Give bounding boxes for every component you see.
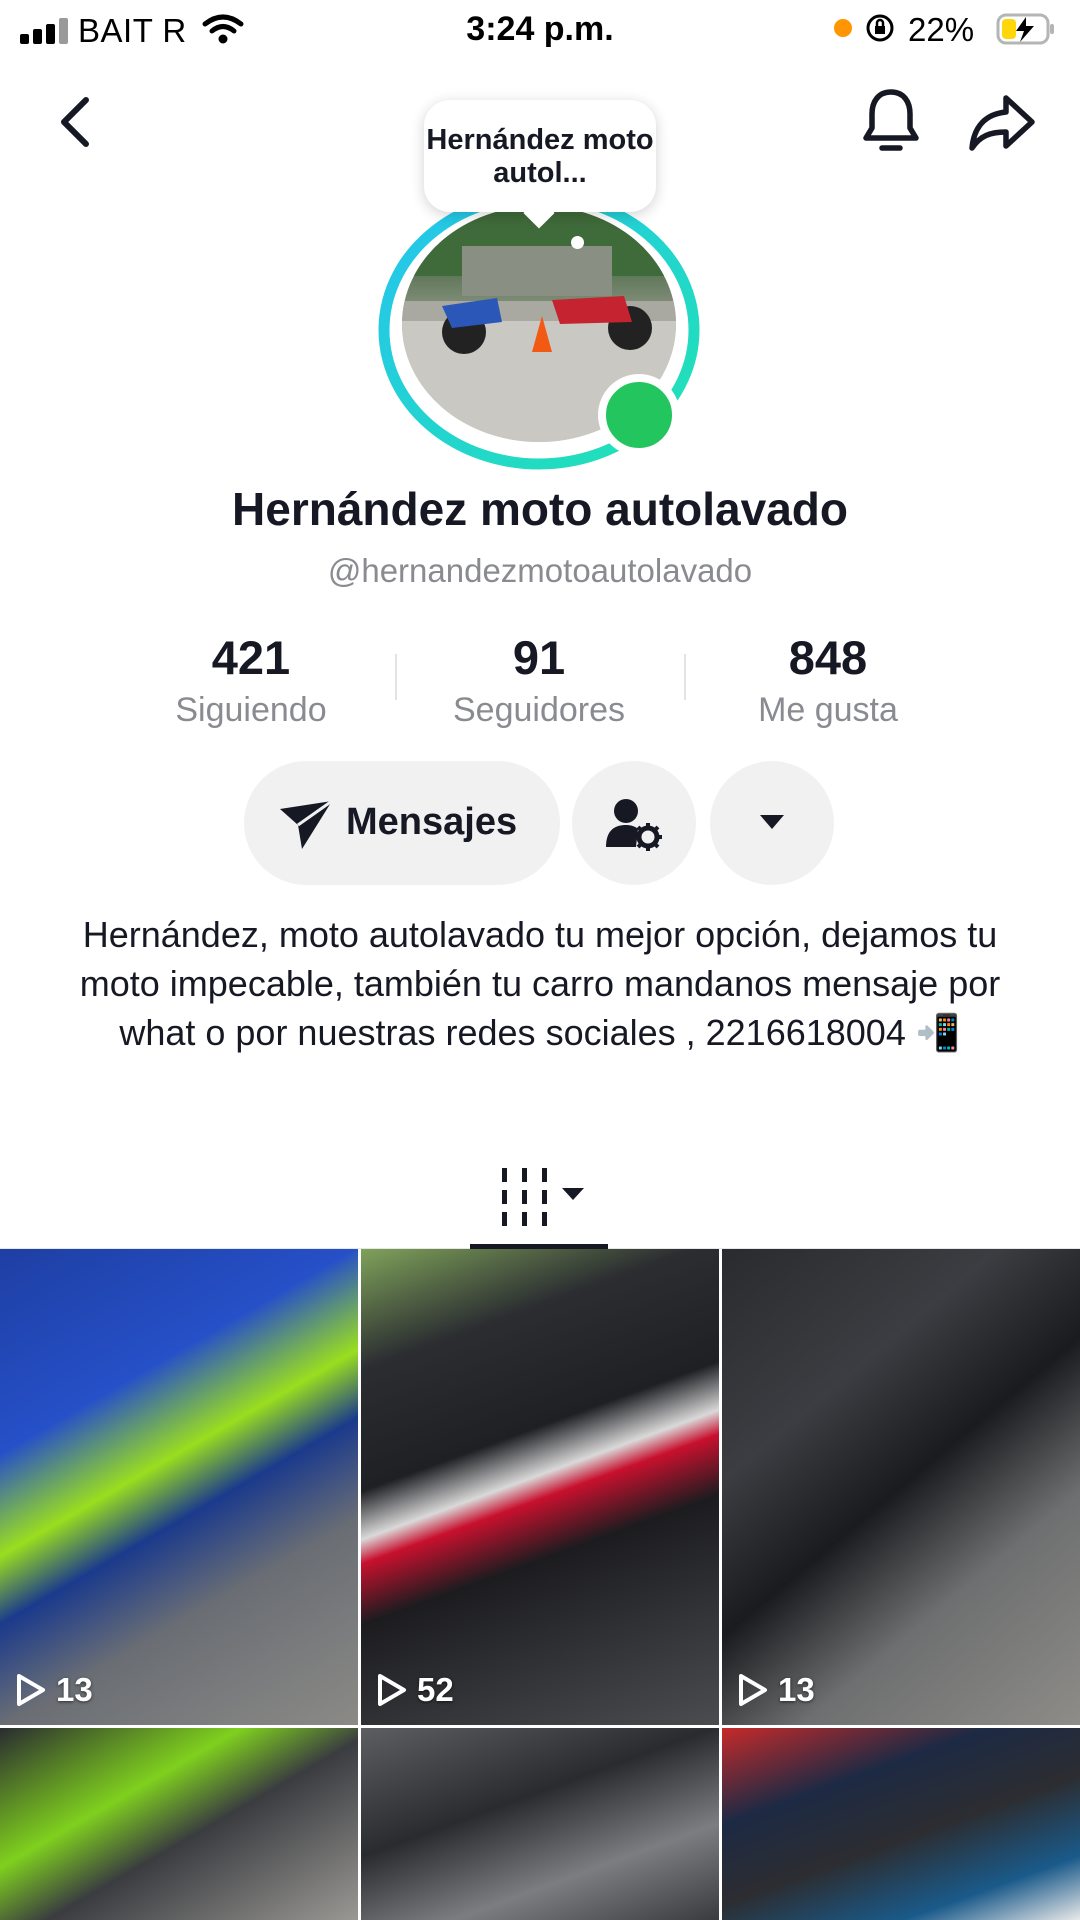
profile-username: @hernandezmotoautolavado	[327, 552, 753, 589]
video-thumbnail[interactable]: 13	[0, 1249, 358, 1725]
grid-icon[interactable]	[470, 1160, 610, 1240]
video-thumbnail[interactable]: 52	[361, 1249, 719, 1725]
send-icon	[280, 799, 333, 849]
stat-label: Siguiendo	[175, 691, 327, 729]
view-count-value: 13	[778, 1671, 815, 1708]
stat-value: 91	[512, 631, 566, 684]
more-options-button[interactable]	[710, 761, 834, 885]
stat-label: Seguidores	[452, 691, 625, 729]
stat-value: 421	[211, 631, 291, 684]
profile-name: Hernández moto autolavado	[232, 483, 848, 535]
video-thumbnail[interactable]: 13	[722, 1249, 1080, 1725]
privacy-indicator	[834, 19, 852, 37]
stat-followers[interactable]: 91 Seguidores	[409, 630, 669, 730]
share-arrow-icon[interactable]	[968, 92, 1038, 152]
user-settings-icon	[606, 799, 662, 851]
video-thumbnail[interactable]	[0, 1728, 358, 1920]
status-bar: BAIT R 3:24 p.m. 22%	[0, 0, 1080, 60]
video-thumbnail[interactable]	[361, 1728, 719, 1920]
friends-settings-button[interactable]	[572, 761, 696, 885]
bubble-dot	[571, 236, 584, 249]
online-status-dot	[598, 374, 680, 456]
video-thumbnail[interactable]	[722, 1728, 1080, 1920]
battery-percent: 22%	[908, 11, 975, 48]
caret-down-icon	[760, 815, 784, 829]
messages-button[interactable]: Mensajes	[244, 761, 560, 885]
stat-divider	[395, 654, 397, 700]
bell-icon[interactable]	[860, 86, 922, 156]
view-count-value: 13	[56, 1671, 93, 1708]
back-button[interactable]	[50, 92, 100, 152]
story-name-bubble[interactable]: Hernández moto autol...	[424, 100, 656, 212]
messages-label: Mensajes	[346, 801, 518, 843]
stat-divider	[684, 654, 686, 700]
play-icon	[739, 1674, 767, 1706]
view-count-value: 52	[417, 1671, 454, 1708]
view-count: 13	[738, 1671, 815, 1709]
view-count: 13	[16, 1671, 93, 1709]
stat-label: Me gusta	[758, 691, 898, 729]
view-count: 52	[377, 1671, 454, 1709]
play-icon	[17, 1674, 45, 1706]
stat-likes[interactable]: 848 Me gusta	[698, 630, 958, 730]
rotation-lock-icon	[866, 14, 894, 42]
stat-following[interactable]: 421 Siguiendo	[121, 630, 381, 730]
battery-charging-icon	[996, 13, 1054, 45]
stat-value: 848	[788, 631, 868, 684]
profile-bio: Hernández, moto autolavado tu mejor opci…	[79, 914, 1001, 1053]
play-icon	[378, 1674, 406, 1706]
